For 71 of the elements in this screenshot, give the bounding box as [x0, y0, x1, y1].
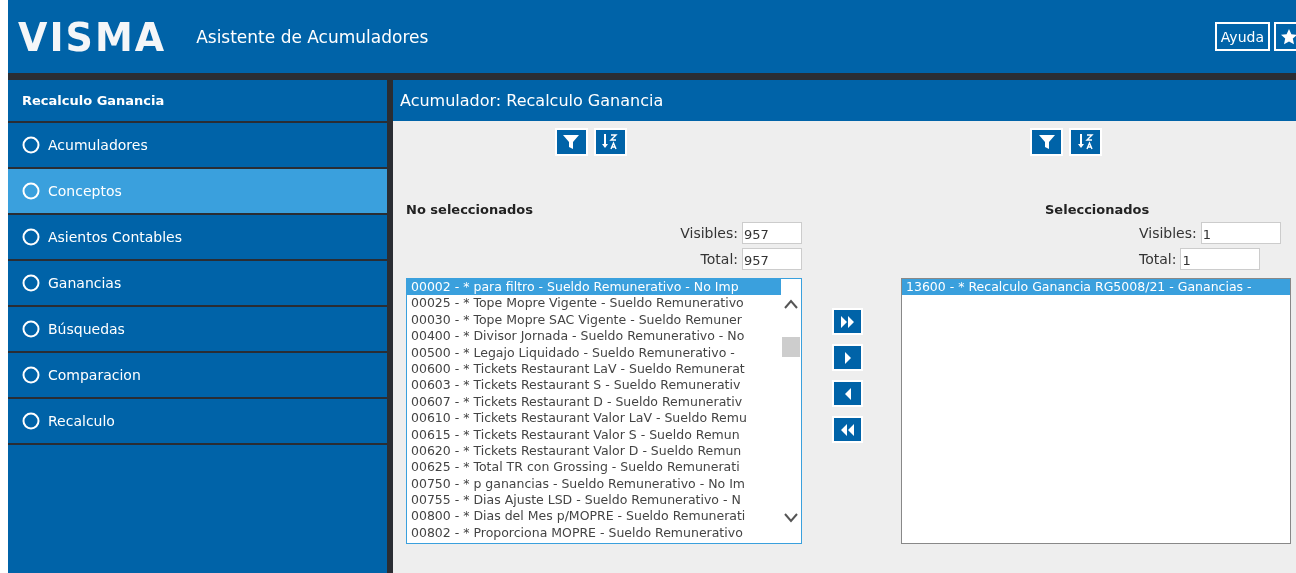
radio-icon	[22, 182, 40, 200]
item-label: Asientos Contables	[48, 229, 182, 245]
list-item[interactable]: 00615 - * Tickets Restaurant Valor S - Sueldo Remun	[407, 426, 781, 443]
count-label: Visibles:	[680, 225, 738, 241]
list-item[interactable]: 00620 - * Tickets Restaurant Valor D - Sueldo Remun	[407, 442, 781, 460]
item-label: Búsquedas	[48, 321, 125, 337]
list-item[interactable]: 00500 - * Legajo Liquidado - Sueldo Remunerativo -	[407, 344, 781, 361]
list-heading: Seleccionados	[1044, 202, 1151, 219]
app-title: Asistente de Acumuladores	[196, 26, 429, 47]
sort-icon	[1076, 133, 1095, 151]
list-heading: No seleccionados	[406, 202, 534, 219]
count-label: Total:	[700, 251, 738, 267]
filter-icon	[1037, 133, 1056, 151]
sidebar-title: Recalculo Ganancia	[8, 80, 387, 123]
list-item[interactable]: 00025 - * Tope Mopre Vigente - Sueldo Remunerativo	[407, 295, 781, 312]
sidebar-item[interactable]: Recalculo	[8, 399, 387, 445]
radio-icon	[22, 136, 40, 154]
star-icon	[1280, 27, 1296, 46]
radio-icon	[22, 274, 40, 292]
scrollbar-thumb[interactable]	[782, 337, 800, 357]
scroll-up-icon	[784, 299, 798, 309]
item-label: Ganancias	[48, 275, 122, 291]
sidebar-item[interactable]: Ganancias	[8, 261, 387, 307]
arrow-icon	[844, 351, 851, 364]
filter-button[interactable]	[1030, 128, 1063, 156]
count-label: Total:	[1139, 251, 1177, 267]
add-all-button[interactable]	[832, 308, 863, 335]
filter-button[interactable]	[554, 128, 588, 156]
list-item[interactable]: 00625 - * Total TR con Grossing - Sueldo Remunerati	[407, 459, 781, 476]
list-item[interactable]: 00607 - * Tickets Restaurant D - Sueldo Remunerativ	[407, 393, 781, 411]
scroll-down-icon	[784, 513, 798, 523]
list-box[interactable]	[406, 278, 802, 544]
list-item[interactable]: 00603 - * Tickets Restaurant S - Sueldo Remunerativ	[407, 377, 781, 394]
list-item[interactable]: 00750 - * p ganancias - Sueldo Remunerativo - No Im	[407, 475, 781, 493]
radio-icon	[22, 320, 40, 338]
count-field[interactable]: 957	[742, 222, 802, 244]
list-item[interactable]: 00755 - * Dias Ajuste LSD - Sueldo Remunerativo - N	[407, 492, 781, 509]
radio-icon	[22, 228, 40, 246]
list-item[interactable]: 00600 - * Tickets Restaurant LaV - Sueldo Remunerat	[407, 360, 781, 378]
count-label: Visibles:	[1139, 225, 1197, 241]
sidebar-item[interactable]: Búsquedas	[8, 307, 387, 353]
item-label: Acumuladores	[48, 137, 148, 153]
radio-icon	[22, 412, 40, 430]
logo: VISMA	[18, 13, 167, 60]
list-item[interactable]: 00610 - * Tickets Restaurant Valor LaV - Sueldo Remu	[407, 410, 781, 427]
double-arrow-icon	[841, 423, 854, 436]
count-field[interactable]: 1	[1180, 248, 1261, 270]
sort-icon	[601, 133, 619, 151]
item-label: Comparacion	[48, 367, 141, 383]
list-item[interactable]: 00030 - * Tope Mopre SAC Vigente - Sueldo Remuner	[407, 311, 781, 329]
sort-button[interactable]	[1069, 128, 1102, 156]
item-label: Recalculo	[48, 413, 115, 429]
list-item[interactable]: 00802 - * Proporciona MOPRE - Sueldo Remunerativo	[407, 524, 781, 542]
arrow-icon	[844, 387, 851, 400]
count-field[interactable]: 957	[742, 248, 802, 270]
add-button[interactable]	[832, 344, 863, 371]
item-label: Conceptos	[48, 183, 122, 199]
remove-button[interactable]	[832, 380, 863, 407]
filter-icon	[562, 133, 580, 151]
favorite-button[interactable]	[1274, 22, 1296, 51]
list-item[interactable]: 00800 - * Dias del Mes p/MOPRE - Sueldo Remunerati	[407, 508, 781, 525]
panel-title: Acumulador: Recalculo Ganancia	[393, 80, 1296, 121]
double-arrow-icon	[841, 315, 854, 328]
sidebar-item[interactable]: Asientos Contables	[8, 215, 387, 261]
list-item[interactable]: 00400 - * Divisor Jornada - Sueldo Remunerativo - No	[407, 328, 781, 345]
sidebar-item[interactable]: Comparacion	[8, 353, 387, 399]
remove-all-button[interactable]	[832, 416, 863, 443]
radio-icon	[22, 366, 40, 384]
sort-button[interactable]	[593, 128, 627, 156]
help-button[interactable]: Ayuda	[1214, 22, 1270, 51]
count-field[interactable]: 1	[1200, 222, 1281, 244]
